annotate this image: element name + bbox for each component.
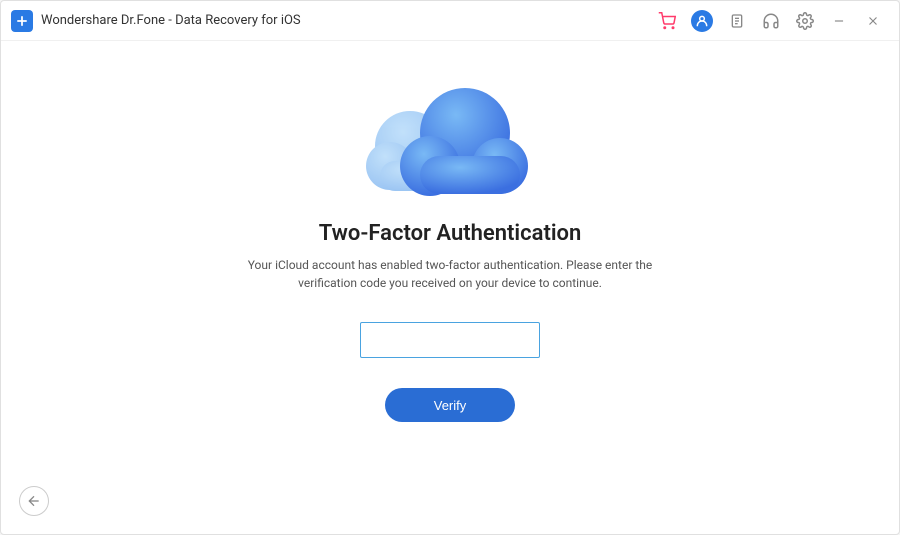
settings-icon[interactable] xyxy=(795,11,815,31)
titlebar: Wondershare Dr.Fone - Data Recovery for … xyxy=(1,1,899,41)
support-icon[interactable] xyxy=(761,11,781,31)
page-heading: Two-Factor Authentication xyxy=(319,221,582,246)
account-icon[interactable] xyxy=(691,10,713,32)
page-description: Your iCloud account has enabled two-fact… xyxy=(240,256,660,292)
close-button[interactable] xyxy=(863,11,883,31)
titlebar-icons xyxy=(657,10,889,32)
minimize-button[interactable] xyxy=(829,11,849,31)
cart-icon[interactable] xyxy=(657,11,677,31)
app-window: Wondershare Dr.Fone - Data Recovery for … xyxy=(0,0,900,535)
cloud-icon xyxy=(340,71,560,211)
window-title: Wondershare Dr.Fone - Data Recovery for … xyxy=(41,13,657,28)
verification-code-input[interactable] xyxy=(360,322,540,358)
app-logo-icon xyxy=(11,10,33,32)
back-button[interactable] xyxy=(19,486,49,516)
verify-button[interactable]: Verify xyxy=(385,388,515,422)
document-icon[interactable] xyxy=(727,11,747,31)
main-content: Two-Factor Authentication Your iCloud ac… xyxy=(1,41,899,534)
